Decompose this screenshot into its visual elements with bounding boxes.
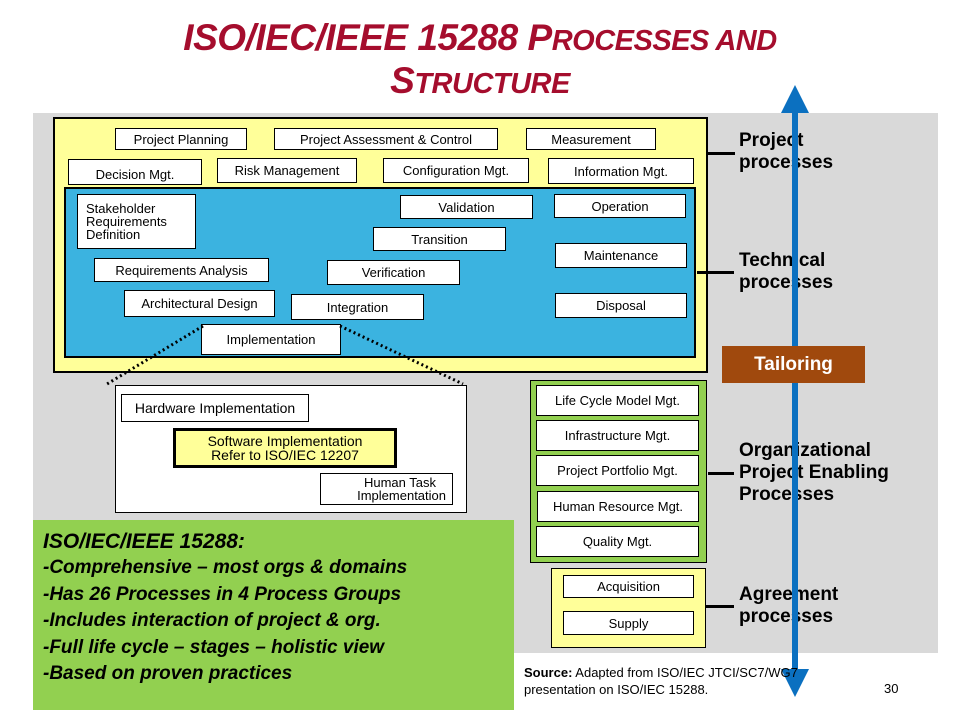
process-infrastructure-mgt: Infrastructure Mgt. — [536, 420, 699, 451]
source-note: Source: Adapted from ISO/IEC JTCI/SC7/WG… — [524, 665, 798, 697]
summary-item: -Includes interaction of project & org. — [43, 610, 381, 631]
project-connector — [708, 152, 735, 155]
zoom-line-left — [106, 324, 204, 386]
zoom-line-right — [339, 324, 464, 386]
process-human-resource-mgt: Human Resource Mgt. — [537, 491, 699, 522]
process-supply: Supply — [563, 611, 694, 635]
summary-item: -Based on proven practices — [43, 663, 293, 684]
agreement-connector — [706, 605, 734, 608]
human-task-implementation: Human Task Implementation — [320, 473, 453, 505]
arrow-head-up-icon — [781, 85, 809, 113]
page-number: 30 — [884, 681, 899, 696]
summary-heading: ISO/IEC/IEEE 15288: — [43, 530, 245, 553]
process-acquisition: Acquisition — [563, 575, 694, 598]
technical-connector — [697, 271, 734, 274]
summary-box: ISO/IEC/IEEE 15288: -Comprehensive – mos… — [33, 520, 514, 710]
hardware-implementation: Hardware Implementation — [121, 394, 309, 422]
summary-item: -Comprehensive – most orgs & domains — [43, 557, 408, 578]
arrow-shaft — [792, 111, 798, 671]
summary-item: -Full life cycle – stages – holistic vie… — [43, 636, 385, 658]
summary-item: -Has 26 Processes in 4 Process Groups — [43, 583, 402, 605]
tailoring-badge: Tailoring — [722, 346, 865, 383]
organizational-connector — [708, 472, 734, 475]
process-quality-mgt: Quality Mgt. — [536, 526, 699, 557]
tailoring-arrow — [781, 85, 809, 697]
process-life-cycle-model-mgt: Life Cycle Model Mgt. — [536, 385, 699, 416]
software-implementation: Software Implementation Refer to ISO/IEC… — [173, 428, 397, 468]
process-project-portfolio-mgt: Project Portfolio Mgt. — [536, 455, 699, 486]
